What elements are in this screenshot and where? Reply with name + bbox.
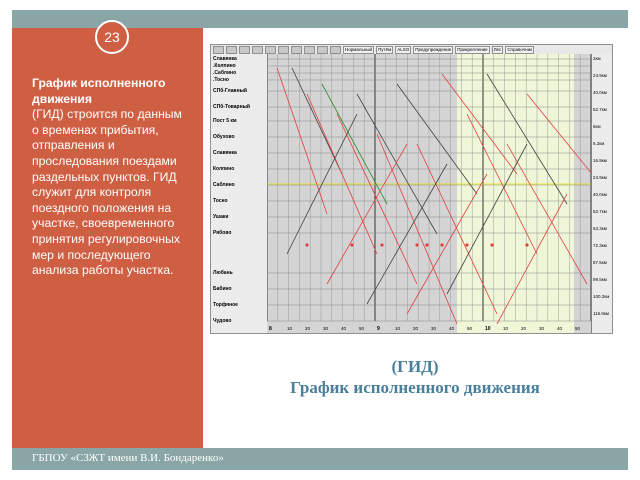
stop-marker	[490, 243, 494, 247]
station-name: .Тосно	[213, 77, 229, 83]
scale-label: 100.2км	[593, 294, 610, 299]
station-name: Торфяное	[213, 302, 238, 308]
stop-marker	[425, 243, 429, 247]
hour-label: 8	[269, 326, 272, 332]
slide-number-badge: 23	[95, 20, 129, 54]
toolbar-label[interactable]: Путём	[376, 45, 394, 54]
station-name: Саблино	[213, 182, 235, 188]
minute-label: 20	[305, 326, 311, 331]
scale-label: 99.5км	[593, 277, 607, 282]
toolbar-label[interactable]: ALSO	[395, 45, 412, 54]
scale-label: 52.7км	[593, 209, 607, 214]
stop-marker	[415, 243, 419, 247]
station-name: .Саблино	[213, 70, 237, 76]
station-name: .Колпино	[213, 63, 236, 69]
caption-line2: График исполненного движения	[290, 378, 540, 397]
toolbar-label[interactable]: Лес	[491, 45, 504, 54]
train-graph: 810203040509102030405010102030405011	[267, 54, 594, 333]
minute-label: 30	[323, 326, 329, 331]
station-name: Любань	[213, 270, 233, 276]
stop-marker	[350, 243, 354, 247]
stop-marker	[525, 243, 529, 247]
gid-screenshot: Нормальный Путём ALSO Предупреждение Прикреп…	[210, 44, 613, 334]
station-list: Славянка .Колпино .Саблино .Тосно СПб-Главны…	[211, 54, 268, 333]
footer-text: ГБПОУ «СЗЖТ имени В.И. Бондаренко»	[32, 452, 224, 464]
minute-label: 40	[449, 326, 455, 331]
minute-label: 10	[395, 326, 401, 331]
toolbar-button[interactable]	[265, 45, 276, 54]
scale-label: 72.3км	[593, 243, 607, 248]
toolbar-button[interactable]	[252, 45, 263, 54]
station-name: Рябово	[213, 230, 232, 236]
hour-label: 9	[377, 326, 380, 332]
minute-label: 10	[287, 326, 293, 331]
scale-label: 6км	[593, 124, 601, 129]
toolbar-label[interactable]: Справочник	[505, 45, 535, 54]
toolbar-label[interactable]: Прикрепление	[455, 45, 490, 54]
station-name: Славянка	[213, 56, 237, 62]
hour-label: 10	[485, 326, 491, 332]
station-name: Обухово	[213, 134, 235, 140]
station-name: Пост 5 км	[213, 118, 237, 124]
toolbar-button[interactable]	[239, 45, 250, 54]
station-name: СПб-Товарный	[213, 104, 250, 110]
toolbar-button[interactable]	[291, 45, 302, 54]
caption-line1: (ГИД)	[391, 357, 439, 376]
toolbar-button[interactable]	[213, 45, 224, 54]
stop-marker	[305, 243, 309, 247]
stop-marker	[440, 243, 444, 247]
left-description: График исполненного движения (ГИД) строи…	[32, 76, 192, 279]
minute-label: 40	[341, 326, 347, 331]
stop-marker	[465, 243, 469, 247]
minute-label: 30	[431, 326, 437, 331]
minute-label: 50	[359, 326, 365, 331]
scale-label: 2км	[593, 56, 601, 61]
toolbar-button[interactable]	[330, 45, 341, 54]
minute-label: 50	[467, 326, 473, 331]
scale-label: 87.5км	[593, 260, 607, 265]
station-name: СПб-Главный	[213, 88, 247, 94]
toolbar-label[interactable]: Предупреждение	[413, 45, 454, 54]
scale-label: 24.9км	[593, 175, 607, 180]
station-name: Славянка	[213, 150, 237, 156]
minute-label: 40	[557, 326, 563, 331]
toolbar-button[interactable]	[317, 45, 328, 54]
stop-marker	[380, 243, 384, 247]
toolbar-button[interactable]	[278, 45, 289, 54]
station-name: Колпино	[213, 166, 235, 172]
left-title: График исполненного движения	[32, 76, 166, 106]
station-name: Ушаки	[213, 214, 229, 220]
station-name: Тосно	[213, 198, 228, 204]
scale-label: 6.2км	[593, 141, 605, 146]
station-name: Чудово	[213, 318, 232, 324]
toolbar-button[interactable]	[304, 45, 315, 54]
scale-label: 40.0км	[593, 192, 607, 197]
scale-label: 116.8км	[593, 311, 609, 316]
minute-label: 20	[521, 326, 527, 331]
minute-label: 10	[503, 326, 509, 331]
scale-label: 52.7км	[593, 107, 607, 112]
scale-label: 16.9км	[593, 158, 607, 163]
left-body: ГИД) строится по данным о временах прибы…	[32, 107, 182, 278]
minute-label: 50	[575, 326, 581, 331]
scale-label: 24.9км	[593, 73, 607, 78]
slide-number: 23	[104, 29, 120, 45]
minute-label: 20	[413, 326, 419, 331]
minute-label: 30	[539, 326, 545, 331]
station-name: Бабино	[213, 286, 232, 292]
scale-label: 40.0км	[593, 90, 607, 95]
toolbar-label[interactable]: Нормальный	[343, 45, 375, 54]
toolbar-button[interactable]	[226, 45, 237, 54]
scale-label: 63.3км	[593, 226, 607, 231]
distance-scale: 2км 24.9км 40.0км 52.7км 6км 6.2км 16.9км 24.9к…	[591, 54, 612, 333]
slide-caption: (ГИД) График исполненного движения	[262, 356, 568, 398]
